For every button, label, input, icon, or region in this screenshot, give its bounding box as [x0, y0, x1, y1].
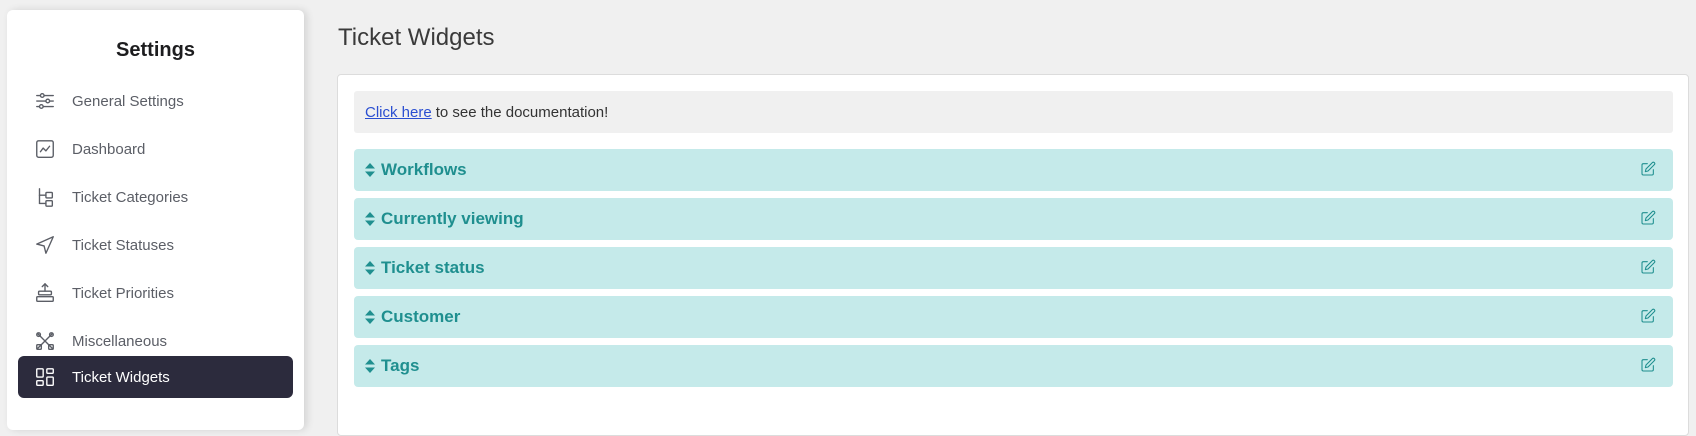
priority-stack-icon: [33, 281, 57, 305]
edit-icon[interactable]: [1640, 308, 1658, 326]
sliders-icon: [33, 89, 57, 113]
sidebar-item-ticket-widgets[interactable]: Ticket Widgets: [18, 356, 293, 398]
documentation-text: to see the documentation!: [435, 103, 609, 121]
sidebar-item-ticket-priorities[interactable]: Ticket Priorities: [18, 272, 293, 314]
sidebar-item-label: General Settings: [72, 92, 184, 110]
chart-icon: [33, 137, 57, 161]
widget-label: Customer: [381, 307, 461, 326]
widget-label: Currently viewing: [381, 209, 524, 228]
edit-icon[interactable]: [1640, 259, 1658, 277]
drag-sort-icon[interactable]: [365, 261, 375, 275]
page-title: Ticket Widgets: [338, 24, 495, 51]
settings-sidebar: Settings General Settings Dashboard Tick…: [7, 10, 304, 430]
send-icon: [33, 233, 57, 257]
grid-icon: [33, 365, 57, 389]
sidebar-title: Settings: [116, 39, 195, 61]
sidebar-item-label: Ticket Priorities: [72, 284, 174, 302]
tools-icon: [33, 329, 57, 353]
sidebar-item-dashboard[interactable]: Dashboard: [18, 128, 293, 170]
documentation-link[interactable]: Click here: [365, 104, 432, 121]
widget-row-workflows[interactable]: Workflows: [354, 149, 1673, 191]
drag-sort-icon[interactable]: [365, 359, 375, 373]
sidebar-item-label: Ticket Categories: [72, 188, 189, 206]
sidebar-item-ticket-statuses[interactable]: Ticket Statuses: [18, 224, 293, 266]
widgets-card: Click here to see the documentation! Wor…: [337, 74, 1689, 436]
widget-row-tags[interactable]: Tags: [354, 345, 1673, 387]
sidebar-item-ticket-categories[interactable]: Ticket Categories: [18, 176, 293, 218]
sidebar-item-label: Ticket Statuses: [72, 236, 174, 254]
drag-sort-icon[interactable]: [365, 310, 375, 324]
edit-icon[interactable]: [1640, 357, 1658, 375]
sidebar-item-label: Dashboard: [72, 140, 146, 158]
widget-row-currently-viewing[interactable]: Currently viewing: [354, 198, 1673, 240]
widget-label: Ticket status: [381, 258, 485, 277]
sidebar-item-general-settings[interactable]: General Settings: [18, 80, 293, 122]
drag-sort-icon[interactable]: [365, 212, 375, 226]
widget-label: Tags: [381, 356, 420, 375]
hierarchy-icon: [33, 185, 57, 209]
widget-row-ticket-status[interactable]: Ticket status: [354, 247, 1673, 289]
edit-icon[interactable]: [1640, 210, 1658, 228]
documentation-notice: Click here to see the documentation!: [354, 91, 1673, 133]
sidebar-item-label: Ticket Widgets: [72, 368, 170, 386]
edit-icon[interactable]: [1640, 161, 1658, 179]
sidebar-item-label: Miscellaneous: [72, 332, 168, 350]
drag-sort-icon[interactable]: [365, 163, 375, 177]
widget-row-customer[interactable]: Customer: [354, 296, 1673, 338]
widget-label: Workflows: [381, 160, 467, 179]
